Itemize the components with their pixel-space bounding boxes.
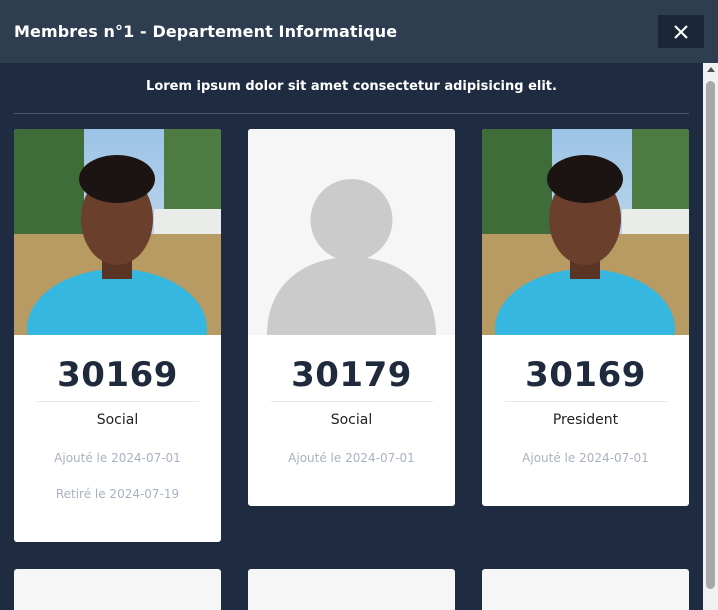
avatar-placeholder-icon <box>248 129 455 335</box>
member-role: President <box>552 412 619 428</box>
member-card[interactable] <box>482 569 689 610</box>
card-divider <box>37 401 199 402</box>
member-card[interactable] <box>14 569 221 610</box>
divider <box>14 113 689 114</box>
member-added-date: Ajouté le 2024-07-01 <box>54 451 181 465</box>
member-photo <box>482 129 689 335</box>
member-number: 30179 <box>291 355 412 395</box>
member-removed-date: Retiré le 2024-07-19 <box>55 487 180 501</box>
modal-title: Membres n°1 - Departement Informatique <box>14 22 398 41</box>
member-number: 30169 <box>525 355 646 395</box>
member-role: Social <box>96 412 139 428</box>
member-card[interactable]: 30169 Social Ajouté le 2024-07-01 Retiré… <box>14 129 221 542</box>
member-number: 30169 <box>57 355 178 395</box>
close-button[interactable] <box>658 15 704 48</box>
modal-body: Lorem ipsum dolor sit amet consectetur a… <box>0 63 703 610</box>
scrollbar[interactable] <box>703 63 718 610</box>
member-card[interactable]: 30169 President Ajouté le 2024-07-01 <box>482 129 689 506</box>
modal-header: Membres n°1 - Departement Informatique <box>0 0 718 63</box>
scroll-up-arrow-icon[interactable] <box>707 67 715 72</box>
scrollbar-thumb[interactable] <box>706 81 715 589</box>
members-modal: Membres n°1 - Departement Informatique L… <box>0 0 718 610</box>
member-role: Social <box>330 412 373 428</box>
card-divider <box>505 401 667 402</box>
close-icon <box>674 24 688 39</box>
member-added-date: Ajouté le 2024-07-01 <box>288 451 415 465</box>
member-card[interactable] <box>248 569 455 610</box>
modal-subtitle: Lorem ipsum dolor sit amet consectetur a… <box>146 79 557 94</box>
card-divider <box>271 401 433 402</box>
member-photo <box>14 129 221 335</box>
member-added-date: Ajouté le 2024-07-01 <box>522 451 649 465</box>
member-card[interactable]: 30179 Social Ajouté le 2024-07-01 <box>248 129 455 506</box>
